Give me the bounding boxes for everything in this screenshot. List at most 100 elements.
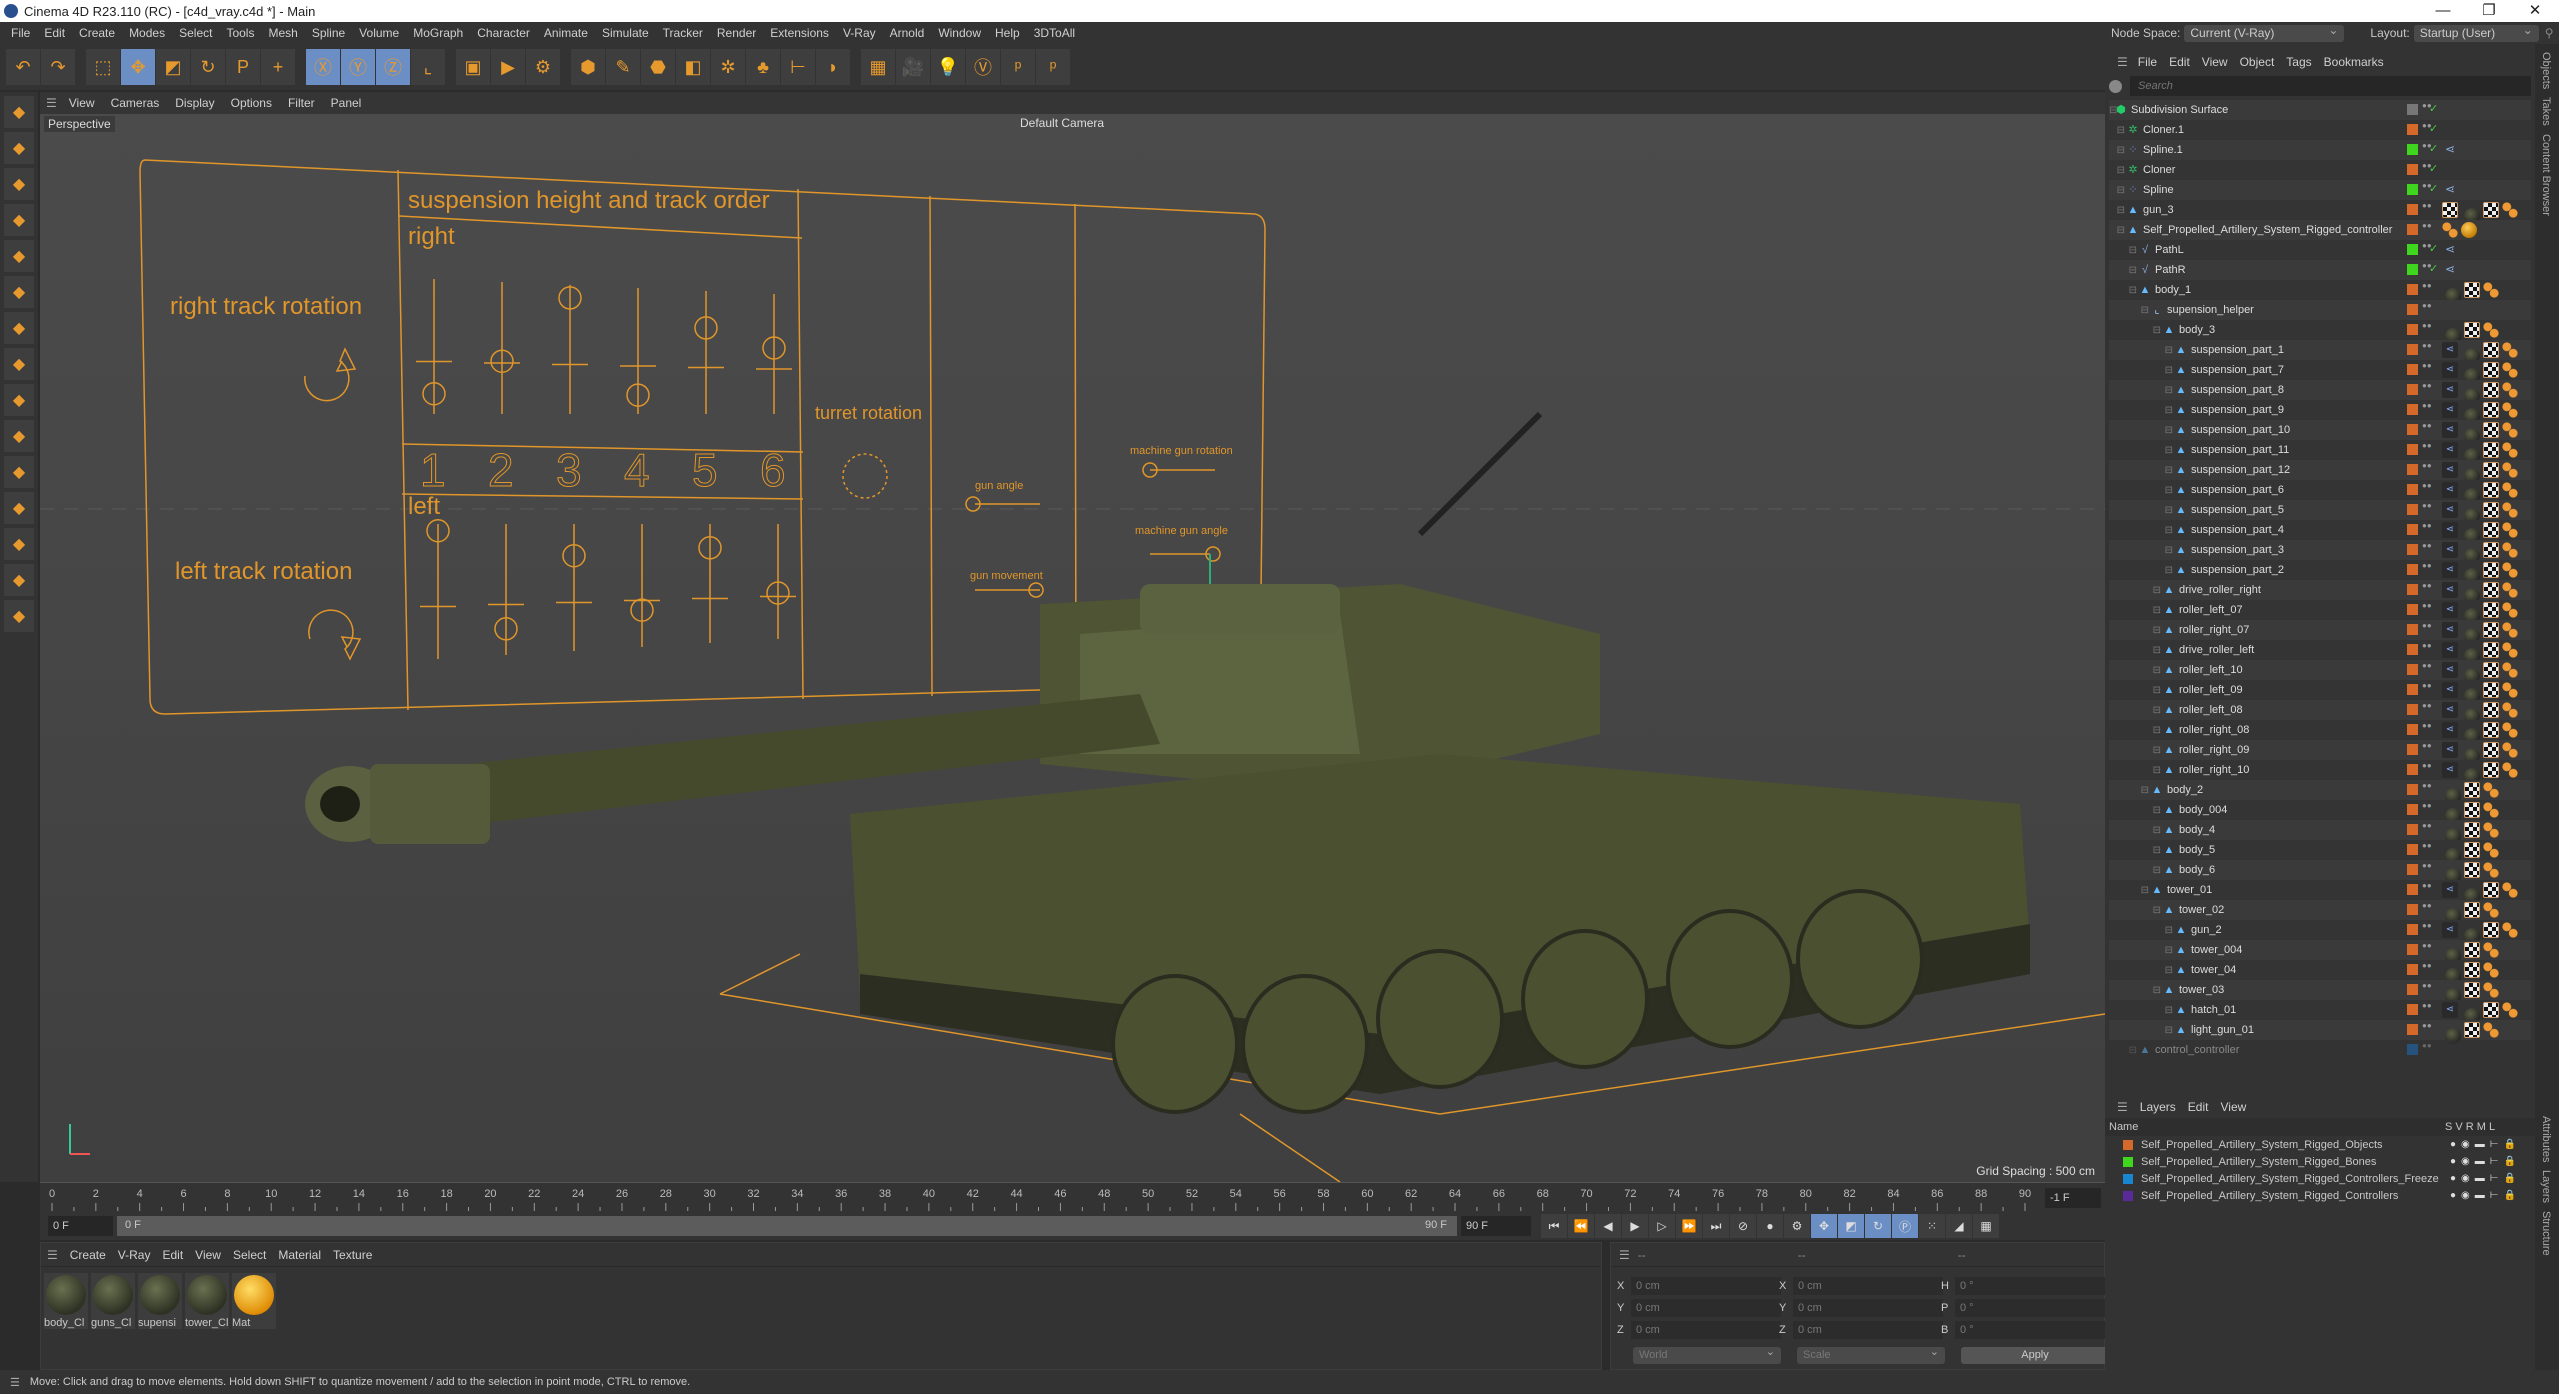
polygons-mode-icon[interactable]: ◆: [4, 276, 34, 308]
phong-tag-icon[interactable]: ⋖: [2442, 522, 2458, 538]
tree-expander[interactable]: ⊟: [2109, 825, 2163, 836]
tree-expander[interactable]: ⊟: [2109, 885, 2151, 896]
tree-expander[interactable]: ⊟: [2109, 385, 2175, 396]
dyn-tag-icon[interactable]: [2502, 702, 2518, 718]
dyn-tag-icon[interactable]: [2502, 202, 2518, 218]
visibility-dots-icon[interactable]: ●●: [2422, 762, 2432, 770]
menu-volume[interactable]: Volume: [359, 26, 399, 40]
object-row[interactable]: ⊟ ▲ suspension_part_4 ●● ⋖: [2109, 520, 2531, 544]
uv-tag-icon[interactable]: [2464, 322, 2480, 338]
layer-color-swatch[interactable]: [2407, 564, 2418, 575]
lock-icon[interactable]: ◆: [4, 600, 34, 632]
hamburger-icon[interactable]: ☰: [2117, 1100, 2128, 1114]
layer-color-swatch[interactable]: [2407, 604, 2418, 615]
viewport-menu-cameras[interactable]: Cameras: [111, 96, 160, 110]
coordinate-mode-select[interactable]: World: [1633, 1344, 1781, 1364]
layer-color-swatch[interactable]: [2407, 624, 2418, 635]
dyn-tag-icon[interactable]: [2502, 582, 2518, 598]
keyframe-settings-icon[interactable]: ⚙: [1784, 1214, 1810, 1238]
menu-tracker[interactable]: Tracker: [663, 26, 703, 40]
uv-tag-icon[interactable]: [2464, 282, 2480, 298]
dyn-tag-icon[interactable]: [2483, 802, 2499, 818]
dyn-tag-icon[interactable]: [2483, 322, 2499, 338]
object-row[interactable]: ⊟ ▲ gun_3 ●●: [2109, 200, 2531, 224]
object-row[interactable]: ⊟ ▲ roller_left_07 ●● ⋖: [2109, 600, 2531, 624]
tree-expander[interactable]: ⊟: [2109, 525, 2175, 536]
object-row[interactable]: ⊟ ▲ suspension_part_10 ●● ⋖: [2109, 420, 2531, 444]
hamburger-icon[interactable]: ☰: [46, 96, 57, 110]
pos-field[interactable]: 0 cm: [1631, 1299, 1781, 1317]
dyn-tag-icon[interactable]: [2502, 562, 2518, 578]
dyn-tag-icon[interactable]: [2483, 782, 2499, 798]
visibility-dots-icon[interactable]: ●●: [2422, 982, 2432, 990]
tree-expander[interactable]: ⊟: [2109, 685, 2163, 696]
object-row[interactable]: ⊟ ⁘ Spline ●● ✓ ⋖: [2109, 180, 2531, 200]
object-row[interactable]: ⊟ ⌞ supension_helper ●●: [2109, 300, 2531, 320]
uv-mode-icon[interactable]: ◆: [4, 312, 34, 344]
tree-expander[interactable]: ⊟: [2109, 1025, 2175, 1036]
live-selection-icon[interactable]: ⬚: [86, 49, 120, 85]
phong-tag-icon[interactable]: ⋖: [2442, 882, 2458, 898]
node-space-select[interactable]: Current (V-Ray): [2184, 22, 2345, 42]
dyn-tag-icon[interactable]: [2502, 742, 2518, 758]
visibility-dots-icon[interactable]: ●●: [2422, 922, 2432, 930]
dyn-tag-icon[interactable]: [2502, 522, 2518, 538]
layer-color-swatch[interactable]: [2407, 764, 2418, 775]
enabled-check-icon[interactable]: ✓: [2429, 242, 2438, 255]
object-row[interactable]: ⊟ ▲ drive_roller_left ●● ⋖: [2109, 640, 2531, 664]
object-row[interactable]: ⊟ ▲ suspension_part_12 ●● ⋖: [2109, 460, 2531, 484]
visibility-dots-icon[interactable]: ●●: [2422, 202, 2432, 210]
layer-flags-icons[interactable]: ●◉▬⊢🔒: [2450, 1156, 2521, 1167]
layer-row[interactable]: Self_Propelled_Artillery_System_Rigged_O…: [2105, 1136, 2535, 1153]
uv-tag-icon[interactable]: [2483, 642, 2499, 658]
visibility-dots-icon[interactable]: ●●: [2422, 162, 2432, 170]
layer-color-swatch[interactable]: [2407, 164, 2418, 175]
material-menu-select[interactable]: Select: [233, 1248, 266, 1262]
object-menu-view[interactable]: View: [2202, 55, 2228, 69]
dyn-tag-icon[interactable]: [2502, 882, 2518, 898]
uv-tag-icon[interactable]: [2483, 202, 2499, 218]
viewport-menu-display[interactable]: Display: [175, 96, 214, 110]
layer-menu-layers[interactable]: Layers: [2140, 1100, 2176, 1114]
dyn-tag-icon[interactable]: [2483, 982, 2499, 998]
uv-tag-icon[interactable]: [2483, 422, 2499, 438]
material-menu-create[interactable]: Create: [70, 1248, 106, 1262]
visibility-dots-icon[interactable]: ●●: [2422, 502, 2432, 510]
dyn-tag-icon[interactable]: [2502, 482, 2518, 498]
make-editable-icon[interactable]: ◆: [4, 96, 34, 128]
camera-label[interactable]: Default Camera: [1020, 116, 1104, 130]
uv-tag-icon[interactable]: [2483, 722, 2499, 738]
menu-render[interactable]: Render: [717, 26, 756, 40]
uv-tag-icon[interactable]: [2483, 922, 2499, 938]
visibility-dots-icon[interactable]: ●●: [2422, 962, 2432, 970]
viewport-menu-view[interactable]: View: [69, 96, 95, 110]
object-row[interactable]: ⊟ ▲ tower_03 ●●: [2109, 980, 2531, 1004]
uv-tag-icon[interactable]: [2483, 462, 2499, 478]
visibility-dots-icon[interactable]: ●●: [2422, 382, 2432, 390]
light-icon[interactable]: 💡: [931, 49, 965, 85]
layer-color-swatch[interactable]: [2407, 644, 2418, 655]
pos-field[interactable]: 0 cm: [1631, 1277, 1781, 1295]
uv-tag-icon[interactable]: [2464, 782, 2480, 798]
phong-tag-icon[interactable]: ⋖: [2442, 762, 2458, 778]
key-position-icon[interactable]: ✥: [1811, 1214, 1837, 1238]
timeline-icon[interactable]: ▦: [1973, 1214, 1999, 1238]
visibility-dots-icon[interactable]: ●●: [2422, 522, 2432, 530]
phong-tag-icon[interactable]: ⋖: [2442, 462, 2458, 478]
subdivision-icon[interactable]: ⬣: [641, 49, 675, 85]
material-menu-texture[interactable]: Texture: [333, 1248, 372, 1262]
visibility-dots-icon[interactable]: ●●: [2422, 342, 2432, 350]
model-mode-icon[interactable]: ◆: [4, 132, 34, 164]
tree-expander[interactable]: ⊟: [2109, 745, 2163, 756]
visibility-dots-icon[interactable]: ●●: [2422, 802, 2432, 810]
tree-expander[interactable]: ⊟: [2109, 625, 2163, 636]
tree-expander[interactable]: ⊟: [2109, 665, 2163, 676]
object-row[interactable]: ⊟ ▲ suspension_part_8 ●● ⋖: [2109, 380, 2531, 404]
layer-color-swatch[interactable]: [2407, 504, 2418, 515]
ik-tag-icon[interactable]: ⋖: [2442, 142, 2458, 158]
tree-expander[interactable]: ⊟: [2109, 585, 2163, 596]
material-thumbnail[interactable]: tower_Cl: [185, 1273, 229, 1329]
layer-color-swatch[interactable]: [2407, 264, 2418, 275]
menu-window[interactable]: Window: [938, 26, 981, 40]
material-menu-v-ray[interactable]: V-Ray: [118, 1248, 151, 1262]
